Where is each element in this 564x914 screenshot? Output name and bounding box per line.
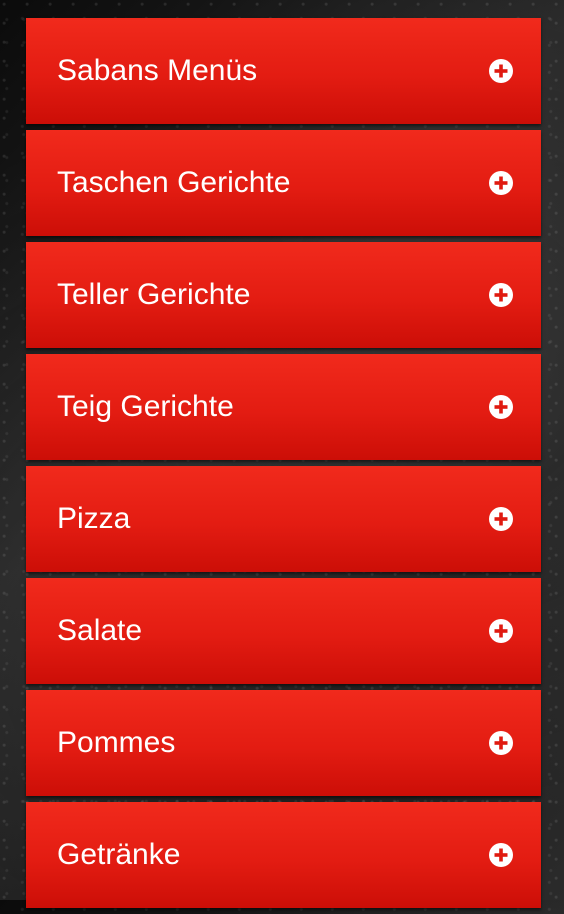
menu-item-pizza[interactable]: Pizza — [26, 466, 541, 572]
plus-circle-icon[interactable] — [489, 619, 513, 643]
menu-item-teig-gerichte[interactable]: Teig Gerichte — [26, 354, 541, 460]
plus-circle-icon[interactable] — [489, 507, 513, 531]
plus-circle-icon[interactable] — [489, 283, 513, 307]
menu-item-label: Teig Gerichte — [57, 390, 234, 423]
menu-item-label: Getränke — [57, 838, 181, 871]
menu-item-label: Salate — [57, 614, 143, 647]
menu-item-label: Sabans Menüs — [57, 54, 258, 87]
menu-item-label: Pommes — [57, 726, 176, 759]
plus-circle-icon[interactable] — [489, 171, 513, 195]
plus-circle-icon[interactable] — [489, 731, 513, 755]
plus-circle-icon[interactable] — [489, 395, 513, 419]
menu-item-getraenke[interactable]: Getränke — [26, 802, 541, 908]
menu-item-teller-gerichte[interactable]: Teller Gerichte — [26, 242, 541, 348]
plus-circle-icon[interactable] — [489, 843, 513, 867]
menu-item-salate[interactable]: Salate — [26, 578, 541, 684]
plus-circle-icon[interactable] — [489, 59, 513, 83]
menu-item-pommes[interactable]: Pommes — [26, 690, 541, 796]
menu-item-label: Taschen Gerichte — [57, 166, 291, 199]
menu-item-label: Teller Gerichte — [57, 278, 251, 311]
menu-item-taschen-gerichte[interactable]: Taschen Gerichte — [26, 130, 541, 236]
menu-item-sabans-menus[interactable]: Sabans Menüs — [26, 18, 541, 124]
menu-item-label: Pizza — [57, 502, 131, 535]
category-menu: Sabans Menüs Taschen Gerichte Teller Ger… — [26, 18, 541, 914]
